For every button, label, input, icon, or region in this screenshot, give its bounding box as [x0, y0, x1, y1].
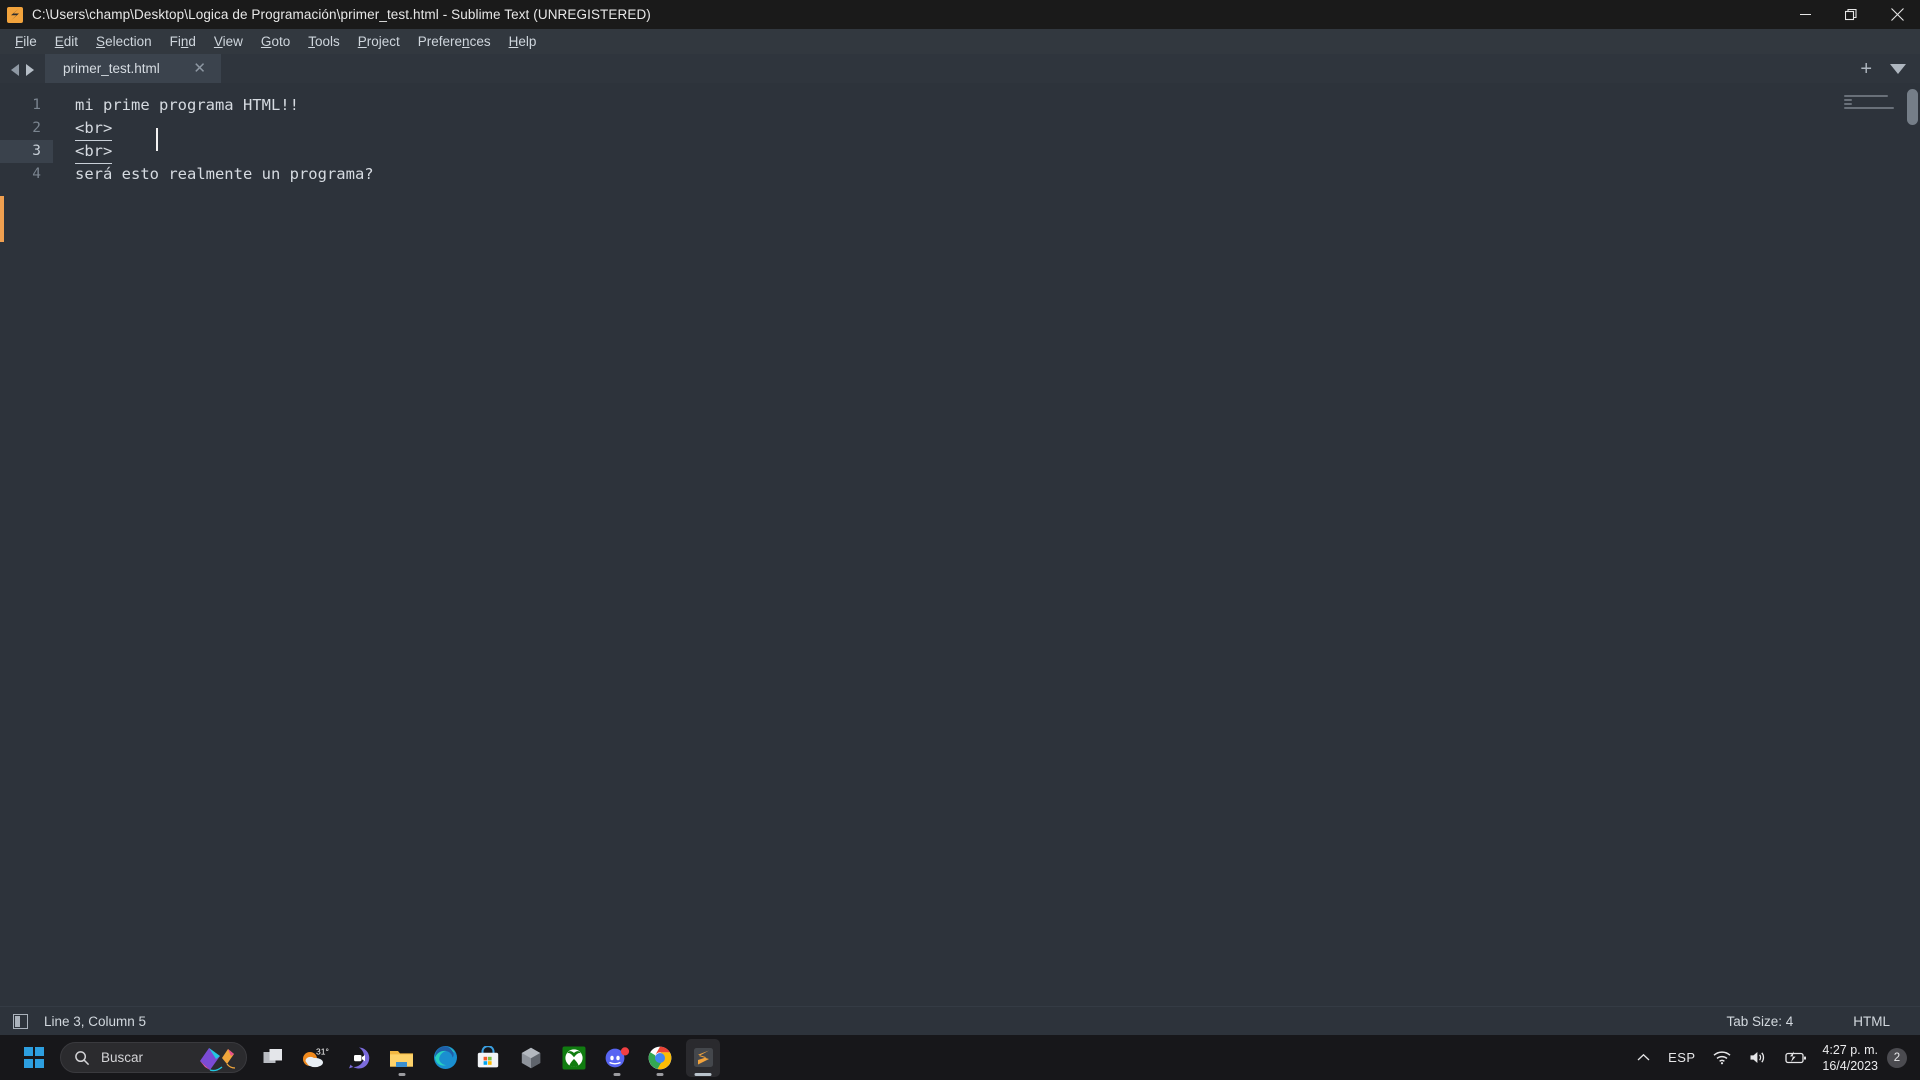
- teams-icon[interactable]: [342, 1039, 376, 1077]
- chevron-up-icon[interactable]: [1628, 1053, 1659, 1062]
- menu-item-preferences[interactable]: Preferences: [409, 32, 500, 51]
- menu-item-file[interactable]: File: [6, 32, 46, 51]
- code-editor[interactable]: 1 2 3 4 mi prime programa HTML!! <br> <b…: [0, 83, 1920, 1006]
- minimap-line: [1844, 99, 1852, 101]
- notification-badge[interactable]: 2: [1887, 1047, 1907, 1068]
- search-input[interactable]: Buscar: [60, 1042, 247, 1073]
- line-number-active: 3: [0, 140, 53, 163]
- arrow-left-icon[interactable]: [11, 64, 19, 76]
- discord-icon[interactable]: [600, 1039, 634, 1077]
- line-number: 2: [32, 120, 41, 136]
- window-controls: [1782, 0, 1920, 29]
- code-line: será esto realmente un programa?: [75, 165, 374, 183]
- code-line-wrapper: <br>: [53, 117, 1920, 141]
- text-cursor: [156, 128, 158, 151]
- tab-size-status[interactable]: Tab Size: 4: [1696, 1014, 1823, 1029]
- code-line-wrapper: <br>: [53, 140, 1920, 164]
- running-indicator: [613, 1072, 621, 1076]
- tab-bar-actions: +: [1860, 59, 1906, 79]
- running-indicator: [694, 1072, 712, 1076]
- search-placeholder: Buscar: [101, 1050, 144, 1065]
- menu-item-selection[interactable]: Selection: [87, 32, 161, 51]
- menu-item-goto[interactable]: Goto: [252, 32, 299, 51]
- code-content[interactable]: mi prime programa HTML!! <br> <br> será …: [53, 83, 1920, 1006]
- speaker-icon[interactable]: [1740, 1050, 1776, 1065]
- window-title: C:\Users\champ\Desktop\Logica de Program…: [32, 7, 651, 22]
- chevron-down-icon[interactable]: [1890, 64, 1906, 74]
- search-icon: [75, 1050, 90, 1065]
- menu-bar: File Edit Selection Find View Goto Tools…: [0, 29, 1920, 54]
- tab-label: primer_test.html: [63, 61, 160, 76]
- sublime-text-logo-icon: [7, 6, 23, 23]
- arrow-right-icon[interactable]: [26, 64, 34, 76]
- sidebar-toggle-icon[interactable]: [13, 1013, 28, 1029]
- copilot-icon[interactable]: [514, 1039, 548, 1077]
- menu-item-project[interactable]: Project: [349, 32, 409, 51]
- menu-item-find[interactable]: Find: [161, 32, 205, 51]
- svg-text:31°: 31°: [316, 1046, 329, 1056]
- status-bar: Line 3, Column 5 Tab Size: 4 HTML: [0, 1006, 1920, 1035]
- scrollbar-thumb[interactable]: [1907, 89, 1918, 125]
- taskbar: Buscar 31° ESP 4:27 p. m. 16/4/2023 2: [0, 1035, 1920, 1080]
- clock[interactable]: 4:27 p. m. 16/4/2023: [1816, 1042, 1887, 1074]
- close-button[interactable]: [1874, 0, 1920, 29]
- restore-button[interactable]: [1828, 0, 1874, 29]
- menu-item-view[interactable]: View: [205, 32, 252, 51]
- sublime-text-icon[interactable]: [686, 1038, 720, 1077]
- xbox-icon[interactable]: [557, 1039, 591, 1077]
- line-number: 1: [32, 97, 41, 113]
- minimap-line: [1844, 95, 1888, 97]
- microsoft-store-icon[interactable]: [471, 1039, 505, 1077]
- running-indicator: [656, 1072, 664, 1076]
- tab-navigation: [0, 64, 45, 83]
- kite-illustration-icon: [200, 1048, 236, 1072]
- minimap-line: [1844, 103, 1852, 105]
- running-indicator: [398, 1072, 406, 1076]
- code-line: <br>: [75, 140, 113, 164]
- edge-icon[interactable]: [428, 1039, 462, 1077]
- code-line: <br>: [75, 117, 113, 141]
- language-indicator[interactable]: ESP: [1659, 1050, 1704, 1065]
- menu-item-help[interactable]: Help: [500, 32, 546, 51]
- line-number-gutter: 1 2 3 4: [0, 83, 53, 1006]
- status-bar-right: Tab Size: 4 HTML: [1696, 1014, 1920, 1029]
- cursor-position-status[interactable]: Line 3, Column 5: [44, 1014, 146, 1029]
- weather-icon[interactable]: 31°: [299, 1039, 333, 1077]
- menu-item-tools[interactable]: Tools: [299, 32, 349, 51]
- task-view-icon[interactable]: [256, 1039, 290, 1077]
- battery-charging-icon[interactable]: [1776, 1050, 1816, 1065]
- tab-primer-test-html[interactable]: primer_test.html ✕: [45, 54, 221, 83]
- syntax-status[interactable]: HTML: [1823, 1014, 1920, 1029]
- system-tray: ESP 4:27 p. m. 16/4/2023 2: [1628, 1035, 1920, 1080]
- editor-scrollbar[interactable]: [1907, 89, 1918, 1000]
- chrome-icon[interactable]: [643, 1039, 677, 1077]
- tab-bar: primer_test.html ✕ +: [0, 54, 1920, 83]
- minimap-line: [1844, 107, 1894, 109]
- line-number: 4: [32, 166, 41, 182]
- wifi-icon[interactable]: [1704, 1050, 1740, 1065]
- title-bar: C:\Users\champ\Desktop\Logica de Program…: [0, 0, 1920, 29]
- windows-start-icon[interactable]: [17, 1041, 51, 1075]
- modified-lines-marker: [0, 196, 4, 242]
- menu-item-edit[interactable]: Edit: [46, 32, 87, 51]
- minimap[interactable]: [1844, 95, 1894, 111]
- clock-time: 4:27 p. m.: [1822, 1042, 1878, 1057]
- new-tab-button[interactable]: +: [1860, 59, 1872, 79]
- close-tab-icon[interactable]: ✕: [190, 61, 209, 76]
- minimize-button[interactable]: [1782, 0, 1828, 29]
- code-line: mi prime programa HTML!!: [75, 96, 299, 114]
- file-explorer-icon[interactable]: [385, 1039, 419, 1077]
- clock-date: 16/4/2023: [1822, 1058, 1878, 1073]
